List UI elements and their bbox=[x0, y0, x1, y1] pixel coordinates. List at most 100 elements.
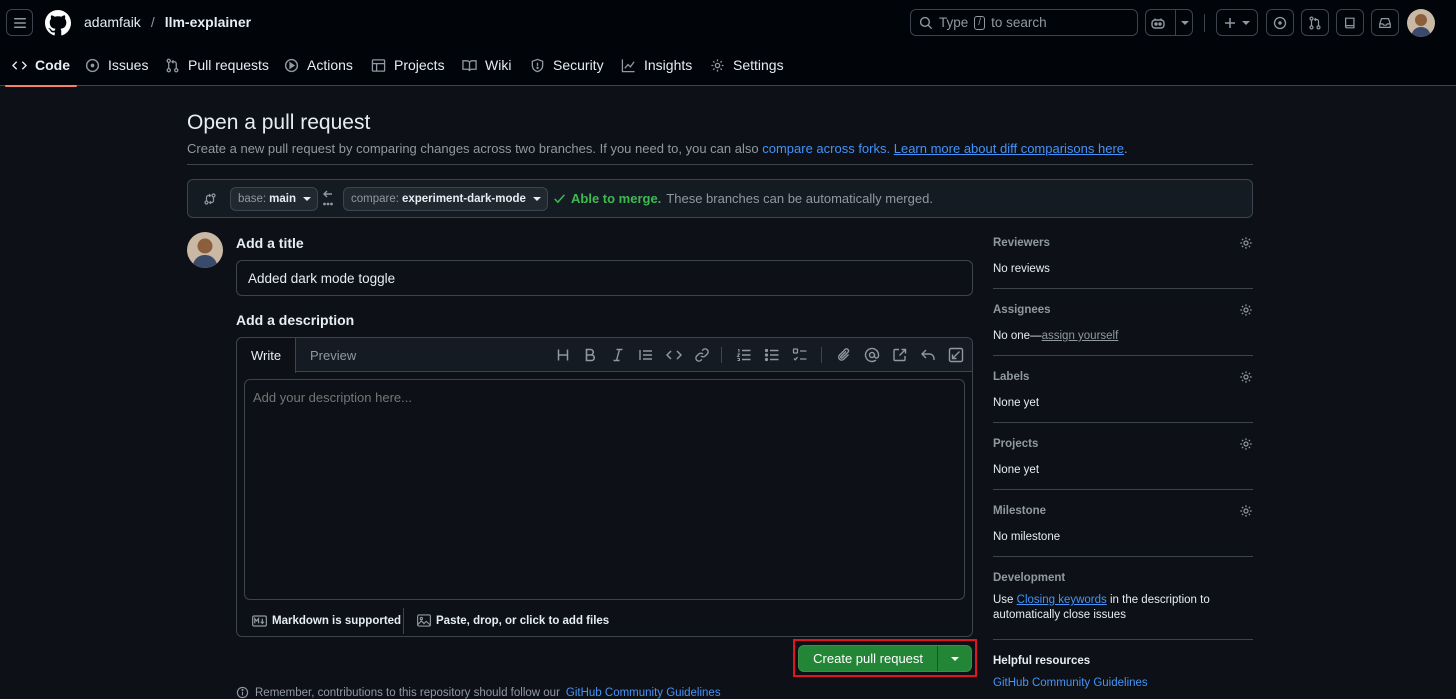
user-avatar[interactable] bbox=[1407, 9, 1435, 37]
reviewers-title[interactable]: Reviewers bbox=[993, 237, 1253, 249]
image-icon bbox=[417, 614, 431, 627]
repo-name-link[interactable]: llm-explainer bbox=[165, 14, 251, 30]
assignees-title[interactable]: Assignees bbox=[993, 304, 1253, 316]
heading-icon[interactable] bbox=[555, 347, 571, 363]
tab-wiki[interactable]: Wiki bbox=[462, 44, 511, 86]
mention-icon[interactable] bbox=[864, 347, 880, 363]
tab-projects[interactable]: Projects bbox=[371, 44, 445, 86]
hamburger-icon bbox=[13, 17, 26, 28]
plus-icon bbox=[1225, 17, 1235, 28]
merge-detail-text: These branches can be automatically merg… bbox=[666, 191, 933, 206]
arrow-left-icon bbox=[323, 190, 333, 206]
tab-issues[interactable]: Issues bbox=[85, 44, 148, 86]
milestone-value: No milestone bbox=[993, 531, 1061, 543]
table-icon bbox=[371, 58, 386, 72]
assign-yourself-link[interactable]: assign yourself bbox=[1042, 330, 1119, 342]
pull-request-icon bbox=[166, 58, 179, 72]
tab-actions[interactable]: Actions bbox=[284, 44, 353, 86]
inbox-button[interactable] bbox=[1371, 9, 1399, 36]
quote-icon[interactable] bbox=[638, 347, 654, 363]
closing-keywords-link[interactable]: Closing keywords bbox=[1017, 594, 1107, 606]
markdown-icon bbox=[252, 614, 267, 627]
copilot-button[interactable] bbox=[1145, 9, 1193, 36]
menu-button[interactable] bbox=[6, 9, 33, 36]
sidebar-development: Development Use Closing keywords in the … bbox=[993, 572, 1253, 623]
gear-icon[interactable] bbox=[1239, 303, 1253, 317]
merge-status: Able to merge. These branches can be aut… bbox=[553, 191, 933, 206]
search-icon bbox=[919, 16, 933, 29]
development-prefix: Use bbox=[993, 594, 1014, 606]
link-icon[interactable] bbox=[694, 347, 710, 363]
tab-security[interactable]: Security bbox=[530, 44, 604, 86]
gear-icon[interactable] bbox=[1239, 504, 1253, 518]
paperclip-icon[interactable] bbox=[836, 347, 852, 363]
compare-branch-select[interactable]: compare: experiment-dark-mode bbox=[343, 187, 548, 211]
title-input[interactable] bbox=[236, 260, 973, 296]
editor-footer: Markdown is supported Paste, drop, or cl… bbox=[237, 604, 972, 637]
gear-icon[interactable] bbox=[1239, 437, 1253, 451]
description-label: Add a description bbox=[236, 312, 355, 328]
ordered-list-icon[interactable] bbox=[736, 347, 752, 363]
tab-insights[interactable]: Insights bbox=[621, 44, 692, 86]
cross-reference-icon[interactable] bbox=[892, 347, 908, 363]
unordered-list-icon[interactable] bbox=[764, 347, 780, 363]
assignees-none: No one— bbox=[993, 330, 1042, 342]
compare-branch-name: experiment-dark-mode bbox=[401, 193, 526, 205]
chevron-down-icon bbox=[302, 197, 311, 201]
tab-code[interactable]: Code bbox=[5, 44, 77, 87]
issue-icon bbox=[85, 58, 100, 72]
labels-title[interactable]: Labels bbox=[993, 371, 1253, 383]
issues-button[interactable] bbox=[1266, 9, 1294, 36]
projects-title[interactable]: Projects bbox=[993, 438, 1253, 450]
create-pull-request-button[interactable]: Create pull request bbox=[798, 645, 972, 672]
italic-icon[interactable] bbox=[610, 347, 626, 363]
graph-icon bbox=[621, 58, 635, 72]
copilot-icon bbox=[1150, 18, 1165, 29]
milestone-title[interactable]: Milestone bbox=[993, 505, 1253, 517]
tab-label: Code bbox=[35, 57, 70, 73]
fullscreen-icon[interactable] bbox=[948, 347, 964, 363]
breadcrumb-separator: / bbox=[150, 14, 155, 30]
sidebar-reviewers: Reviewers No reviews bbox=[993, 237, 1253, 277]
editor-toolbar: Write Preview bbox=[237, 338, 972, 373]
tab-settings[interactable]: Settings bbox=[710, 44, 784, 86]
repositories-button[interactable] bbox=[1336, 9, 1364, 36]
tab-preview[interactable]: Preview bbox=[310, 338, 356, 373]
create-options-dropdown[interactable] bbox=[937, 646, 971, 671]
development-title: Development bbox=[993, 572, 1066, 584]
tab-pull-requests[interactable]: Pull requests bbox=[165, 44, 269, 86]
labels-value: None yet bbox=[993, 397, 1040, 409]
repo-owner-link[interactable]: adamfaik bbox=[84, 14, 141, 30]
community-guidelines-link[interactable]: GitHub Community Guidelines bbox=[566, 687, 721, 699]
tab-label: Actions bbox=[307, 57, 353, 73]
attach-files-button[interactable]: Paste, drop, or click to add files bbox=[417, 604, 609, 637]
sidebar-divider bbox=[993, 556, 1253, 557]
learn-more-link[interactable]: Learn more about diff comparisons here bbox=[894, 141, 1124, 156]
tab-write[interactable]: Write bbox=[237, 338, 297, 373]
gear-icon[interactable] bbox=[1239, 370, 1253, 384]
tab-label: Projects bbox=[394, 57, 445, 73]
description-textarea[interactable] bbox=[244, 379, 965, 600]
gear-icon[interactable] bbox=[1239, 236, 1253, 250]
create-new-button[interactable] bbox=[1216, 9, 1258, 36]
pull-requests-button[interactable] bbox=[1301, 9, 1329, 36]
footer-divider bbox=[403, 608, 404, 634]
markdown-supported-link[interactable]: Markdown is supported bbox=[252, 604, 401, 637]
reply-icon[interactable] bbox=[920, 347, 936, 363]
title-label: Add a title bbox=[236, 235, 304, 251]
chevron-down-icon bbox=[1180, 20, 1189, 25]
task-list-icon[interactable] bbox=[792, 347, 808, 363]
code-icon[interactable] bbox=[666, 347, 682, 363]
github-logo-icon[interactable] bbox=[45, 10, 71, 36]
bold-icon[interactable] bbox=[582, 347, 598, 363]
check-icon bbox=[554, 194, 565, 204]
compare-across-forks-link[interactable]: compare across forks. bbox=[762, 141, 890, 156]
search-input[interactable]: Type / to search bbox=[910, 9, 1138, 36]
community-guidelines-link[interactable]: GitHub Community Guidelines bbox=[993, 677, 1253, 689]
base-branch-select[interactable]: base: main bbox=[230, 187, 318, 211]
tab-label: Issues bbox=[108, 57, 149, 73]
sidebar-divider bbox=[993, 639, 1253, 640]
sidebar-divider bbox=[993, 288, 1253, 289]
chevron-down-icon bbox=[950, 656, 959, 661]
sidebar-milestone: Milestone No milestone bbox=[993, 505, 1253, 545]
